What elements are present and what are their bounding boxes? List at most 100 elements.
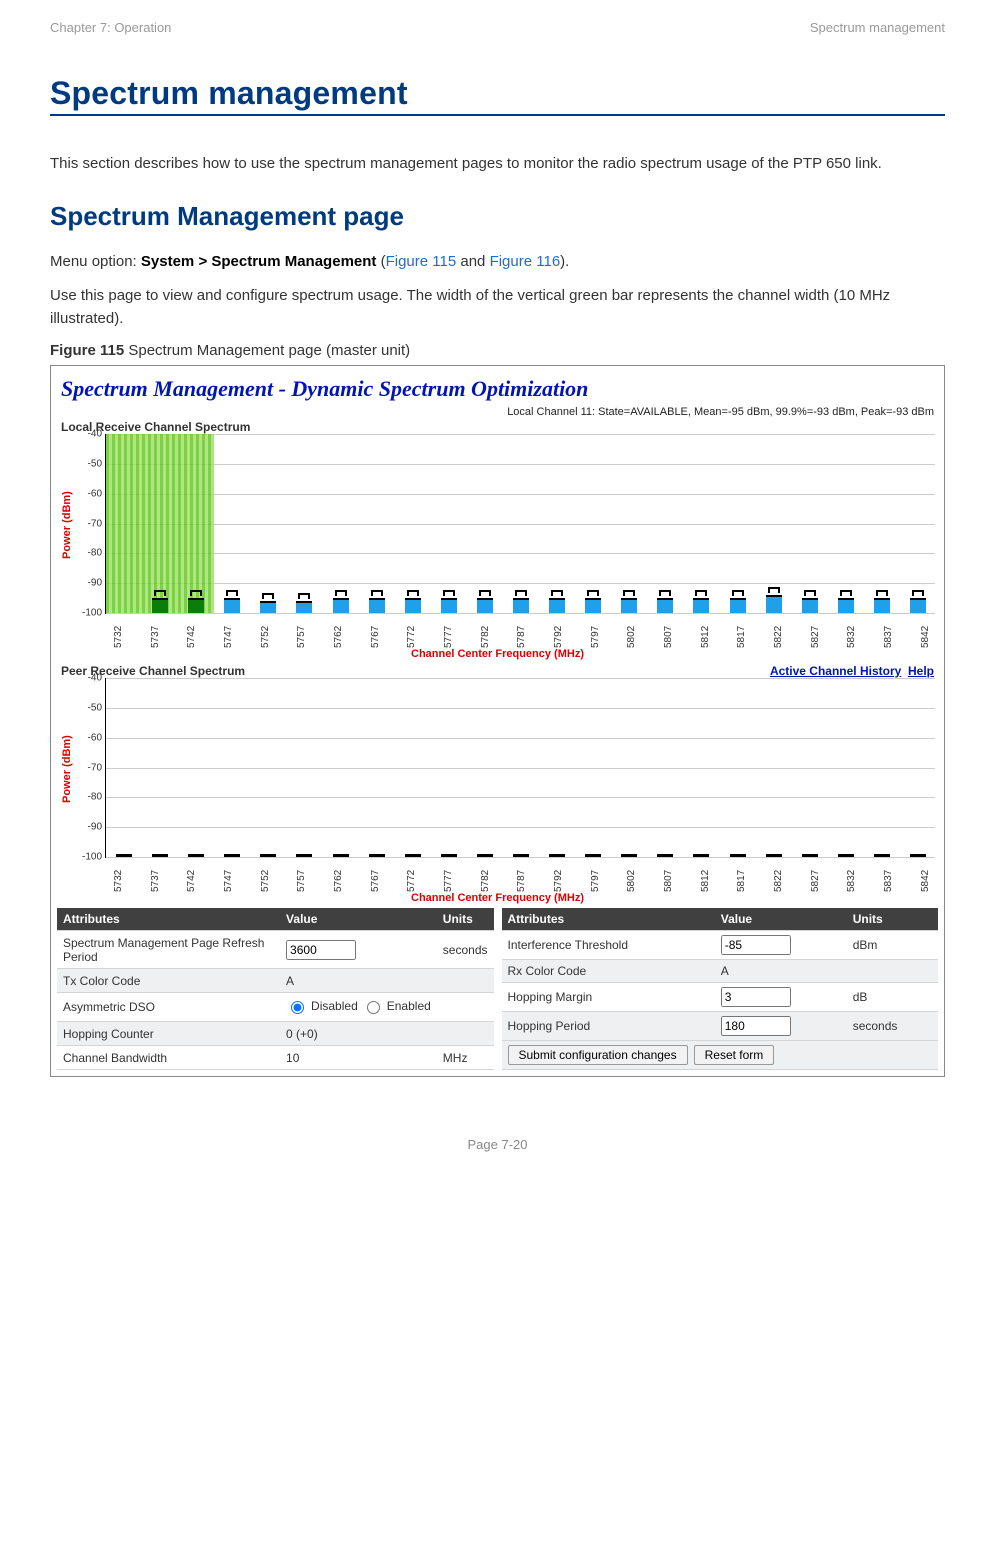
peer-xtick: 5777 <box>443 860 454 892</box>
table-row: Hopping Periodseconds <box>502 1012 939 1041</box>
local-bar <box>188 598 204 613</box>
submit-button[interactable]: Submit configuration changes <box>508 1045 688 1065</box>
local-bar <box>585 598 601 613</box>
screenshot-title: Spectrum Management - Dynamic Spectrum O… <box>61 376 938 402</box>
local-xtick: 5802 <box>626 616 637 648</box>
radio-enabled[interactable] <box>367 1001 380 1014</box>
local-xtick: 5842 <box>920 616 931 648</box>
attr-value: A <box>280 969 437 993</box>
menu-suffix2: ). <box>560 253 569 270</box>
local-xtick: 5752 <box>260 616 271 648</box>
peer-bar <box>296 854 312 857</box>
peer-right-links: Active Channel History Help <box>770 664 934 678</box>
header-right: Spectrum management <box>810 20 945 35</box>
attr-name: Hopping Counter <box>57 1022 280 1046</box>
peer-bar <box>838 854 854 857</box>
table-row: Channel Bandwidth10MHz <box>57 1046 494 1070</box>
attrs-right-table: Attributes Value Units Interference Thre… <box>502 908 939 1070</box>
attr-name: Hopping Margin <box>502 983 715 1012</box>
attr-value <box>280 931 437 969</box>
menu-path: System > Spectrum Management <box>141 253 377 270</box>
attr-units: MHz <box>437 1046 494 1070</box>
reset-button[interactable]: Reset form <box>694 1045 775 1065</box>
peer-bar <box>152 854 168 857</box>
peer-xtick: 5817 <box>736 860 747 892</box>
peer-bar <box>441 854 457 857</box>
header-left: Chapter 7: Operation <box>50 20 171 35</box>
attr-value <box>715 983 847 1012</box>
peer-xtick: 5822 <box>773 860 784 892</box>
peer-xtick: 5782 <box>480 860 491 892</box>
peer-bar <box>621 854 637 857</box>
attr-value: 0 (+0) <box>280 1022 437 1046</box>
screenshot-box: Spectrum Management - Dynamic Spectrum O… <box>50 365 945 1077</box>
local-xtick: 5782 <box>480 616 491 648</box>
peer-ylabel: Power (dBm) <box>61 678 73 860</box>
table-row: Spectrum Management Page Refresh Periods… <box>57 931 494 969</box>
footer-page: 7-20 <box>501 1137 527 1152</box>
local-xtick: 5737 <box>150 616 161 648</box>
local-xtick: 5777 <box>443 616 454 648</box>
attr-value: A <box>715 960 847 983</box>
peer-xtick: 5812 <box>700 860 711 892</box>
figure-caption-rest: Spectrum Management page (master unit) <box>124 342 410 359</box>
peer-bar <box>585 854 601 857</box>
peer-xtick: 5767 <box>370 860 381 892</box>
peer-bar <box>405 854 421 857</box>
local-xtick: 5817 <box>736 616 747 648</box>
attrs-right-h1: Value <box>715 908 847 931</box>
attrs-left-h1: Value <box>280 908 437 931</box>
active-channel-history-link[interactable]: Active Channel History <box>770 664 901 678</box>
peer-xtick: 5737 <box>150 860 161 892</box>
local-xtick: 5792 <box>553 616 564 648</box>
peer-xtick: 5832 <box>846 860 857 892</box>
attr-input[interactable] <box>721 1016 791 1036</box>
local-bar <box>621 598 637 613</box>
peer-bar <box>549 854 565 857</box>
menu-prefix: Menu option: <box>50 253 141 270</box>
attr-input[interactable] <box>286 940 356 960</box>
attrs-left-table: Attributes Value Units Spectrum Manageme… <box>57 908 494 1070</box>
local-bar <box>260 601 276 613</box>
local-xtick: 5767 <box>370 616 381 648</box>
local-bar <box>766 595 782 613</box>
peer-xtick: 5752 <box>260 860 271 892</box>
status-line: Local Channel 11: State=AVAILABLE, Mean=… <box>57 406 934 418</box>
section-title: Spectrum management <box>50 75 945 116</box>
attr-input[interactable] <box>721 935 791 955</box>
peer-bar <box>333 854 349 857</box>
intro-paragraph: This section describes how to use the sp… <box>50 152 945 175</box>
peer-xtick: 5732 <box>113 860 124 892</box>
local-bar <box>405 598 421 613</box>
attrs-right-h2: Units <box>847 908 938 931</box>
peer-xtick: 5757 <box>296 860 307 892</box>
peer-bar <box>477 854 493 857</box>
peer-bar <box>513 854 529 857</box>
figure-link-115: Figure 115 <box>386 253 457 270</box>
local-bar <box>224 598 240 613</box>
peer-xtick: 5762 <box>333 860 344 892</box>
figure-caption-bold: Figure 115 <box>50 342 124 359</box>
page-header: Chapter 7: Operation Spectrum management <box>50 20 945 35</box>
local-bar <box>477 598 493 613</box>
local-bar <box>874 598 890 613</box>
local-xtick: 5797 <box>590 616 601 648</box>
attr-units <box>437 993 494 1022</box>
local-bar <box>369 598 385 613</box>
peer-chart-plot: -40-50-60-70-80-90-100 <box>105 678 935 858</box>
table-row: Hopping Counter0 (+0) <box>57 1022 494 1046</box>
radio-label: Enabled <box>387 999 431 1013</box>
local-xtick: 5832 <box>846 616 857 648</box>
peer-bar <box>766 854 782 857</box>
radio-disabled[interactable] <box>291 1001 304 1014</box>
attribute-tables: Attributes Value Units Spectrum Manageme… <box>57 908 938 1070</box>
local-xtick: 5742 <box>186 616 197 648</box>
table-row: Rx Color CodeA <box>502 960 939 983</box>
attr-input[interactable] <box>721 987 791 1007</box>
help-link[interactable]: Help <box>908 664 934 678</box>
local-bar <box>910 598 926 613</box>
page-footer: Page 7-20 <box>50 1137 945 1152</box>
peer-bar <box>657 854 673 857</box>
menu-option-line: Menu option: System > Spectrum Managemen… <box>50 250 945 273</box>
attr-name: Channel Bandwidth <box>57 1046 280 1070</box>
